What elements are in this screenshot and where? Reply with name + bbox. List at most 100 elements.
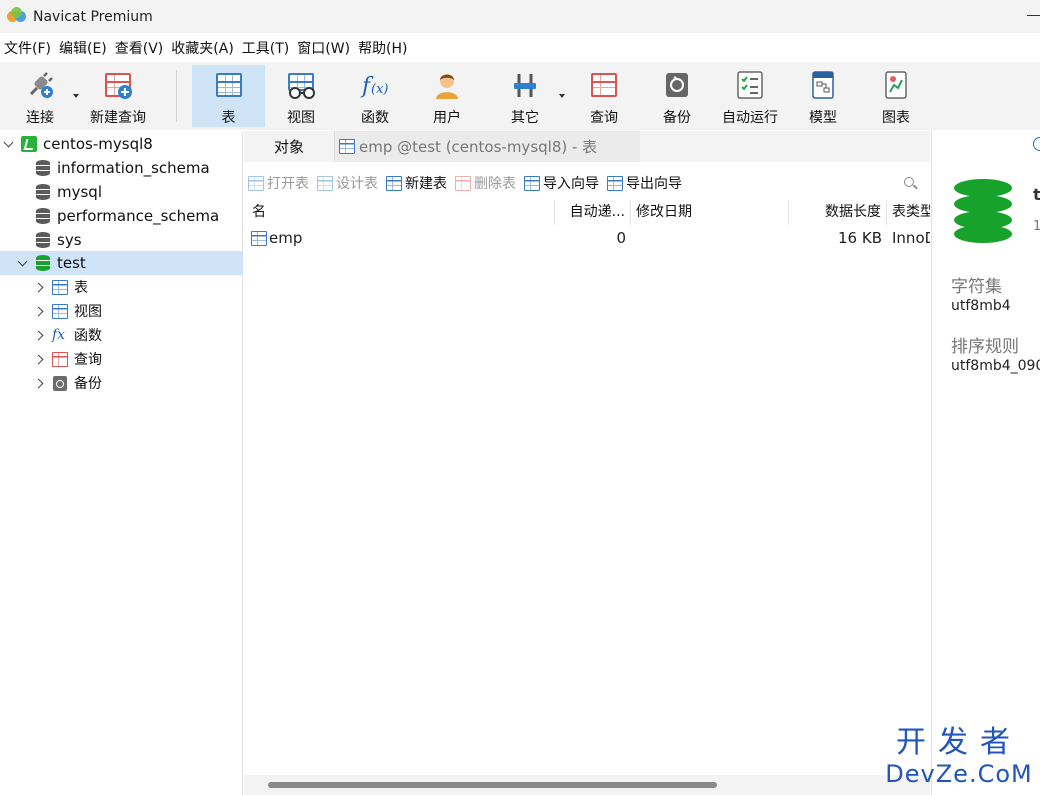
tree-db-label: mysql xyxy=(57,183,102,201)
tree-connection[interactable]: centos-mysql8 xyxy=(0,132,243,156)
watermark: 开发者 DevZe.CoM xyxy=(884,725,1034,789)
chevron-right-icon[interactable] xyxy=(34,305,46,317)
database-open-icon xyxy=(36,255,50,271)
column-header-name[interactable]: 名 xyxy=(247,200,555,225)
open-table-icon xyxy=(248,175,264,191)
chevron-down-icon[interactable] xyxy=(17,257,29,269)
minimize-icon[interactable] xyxy=(1027,15,1040,16)
query-button[interactable]: 查询 xyxy=(572,65,636,127)
chevron-right-icon[interactable] xyxy=(34,353,46,365)
table-label: 表 xyxy=(221,110,236,126)
tree-item-tables[interactable]: 表 xyxy=(0,275,243,299)
other-label: 其它 xyxy=(511,110,539,126)
table-button[interactable]: 表 xyxy=(192,65,265,127)
tree-item-views[interactable]: 视图 xyxy=(0,299,243,323)
menu-view[interactable]: 查看(V) xyxy=(111,37,168,61)
new-table-icon xyxy=(386,175,402,191)
database-large-icon xyxy=(954,179,1012,243)
cell-auto-increment: 0 xyxy=(616,229,626,247)
object-list: 名 自动递... 修改日期 数据长度 表类型 emp 0 16 KB InnoD… xyxy=(247,200,930,775)
backup-button[interactable]: 备份 xyxy=(648,65,706,127)
watermark-line2: DevZe.CoM xyxy=(885,760,1033,788)
window-title: Navicat Premium xyxy=(33,8,153,25)
other-dropdown-icon[interactable] xyxy=(559,94,565,98)
menu-tools[interactable]: 工具(T) xyxy=(238,37,293,61)
design-table-label: 设计表 xyxy=(336,176,378,192)
tree-item-label: 查询 xyxy=(74,352,102,368)
tree-item-backups[interactable]: 备份 xyxy=(0,371,243,395)
new-table-button[interactable]: 新建表 xyxy=(382,170,451,196)
table-icon xyxy=(214,70,244,100)
tab-objects-label: 对象 xyxy=(273,138,304,156)
tree-connection-label: centos-mysql8 xyxy=(43,135,153,153)
plug-icon xyxy=(25,70,55,100)
tree-db-mysql[interactable]: mysql xyxy=(0,180,243,204)
connect-dropdown-icon[interactable] xyxy=(73,94,79,98)
chevron-right-icon[interactable] xyxy=(34,329,46,341)
tree-item-queries[interactable]: 查询 xyxy=(0,347,243,371)
main-toolbar: 连接 新建查询 表 视图 f (x) 函数 用户 其它 查询 备份 自动运行 模… xyxy=(0,62,1040,130)
info-pane: test 1 字符集 utf8mb4 排序规则 utf8mb4_0900_ai_… xyxy=(931,131,1040,795)
delete-table-icon xyxy=(455,175,471,191)
watermark-line1: 开发者 xyxy=(896,725,1022,760)
table-row[interactable]: emp 0 16 KB InnoDB xyxy=(247,226,930,250)
new-query-icon xyxy=(103,70,133,100)
tab-strip: 对象 emp @test (centos-mysql8) - 表 xyxy=(244,131,930,162)
model-button[interactable]: 模型 xyxy=(796,65,850,127)
connect-label: 连接 xyxy=(26,110,54,126)
database-icon xyxy=(36,160,50,176)
tree-item-functions[interactable]: fx 函数 xyxy=(0,323,243,347)
object-toolbar: 打开表 设计表 新建表 删除表 导入向导 导出向导 xyxy=(244,169,930,197)
menu-file[interactable]: 文件(F) xyxy=(0,37,55,61)
delete-table-button[interactable]: 删除表 xyxy=(451,170,520,196)
menu-help[interactable]: 帮助(H) xyxy=(354,37,411,61)
cell-engine: InnoDB xyxy=(892,229,930,247)
design-table-button[interactable]: 设计表 xyxy=(313,170,382,196)
tree-db-performance-schema[interactable]: performance_schema xyxy=(0,204,243,228)
table-header: 名 自动递... 修改日期 数据长度 表类型 xyxy=(247,200,930,225)
tree-db-information-schema[interactable]: information_schema xyxy=(0,156,243,180)
menu-edit[interactable]: 编辑(E) xyxy=(55,37,111,61)
search-icon[interactable] xyxy=(904,177,914,187)
menu-favorites[interactable]: 收藏夹(A) xyxy=(167,37,238,61)
function-button[interactable]: f (x) 函数 xyxy=(342,65,408,127)
connect-button[interactable]: 连接 xyxy=(18,65,62,127)
tree-item-label: 函数 xyxy=(74,328,102,344)
column-header-modified-date[interactable]: 修改日期 xyxy=(631,200,789,225)
chevron-down-icon[interactable] xyxy=(3,138,15,150)
chevron-right-icon[interactable] xyxy=(34,377,46,389)
chart-button[interactable]: 图表 xyxy=(868,65,924,127)
svg-text:(x): (x) xyxy=(371,82,388,97)
tab-emp-label: emp @test (centos-mysql8) - 表 xyxy=(359,138,598,156)
open-table-button[interactable]: 打开表 xyxy=(244,170,313,196)
column-header-engine[interactable]: 表类型 xyxy=(887,200,930,225)
chart-icon xyxy=(881,70,911,100)
auto-run-button[interactable]: 自动运行 xyxy=(716,65,784,127)
cell-name: emp xyxy=(247,226,555,250)
tab-emp-table[interactable]: emp @test (centos-mysql8) - 表 xyxy=(334,131,640,162)
database-icon xyxy=(36,232,50,248)
tree-db-test[interactable]: test xyxy=(0,251,243,275)
import-wizard-button[interactable]: 导入向导 xyxy=(520,170,603,196)
cell-data-length: 16 KB xyxy=(838,229,882,247)
navicat-logo-icon xyxy=(7,6,27,27)
horizontal-scrollbar[interactable] xyxy=(244,775,930,795)
column-header-auto-increment[interactable]: 自动递... xyxy=(555,200,631,225)
other-button[interactable]: 其它 xyxy=(492,65,558,127)
view-button[interactable]: 视图 xyxy=(268,65,334,127)
table-icon xyxy=(339,139,355,154)
scrollbar-thumb[interactable] xyxy=(268,782,717,788)
column-header-data-length[interactable]: 数据长度 xyxy=(789,200,887,225)
user-button[interactable]: 用户 xyxy=(416,65,478,127)
chevron-right-icon[interactable] xyxy=(34,281,46,293)
tree-db-sys[interactable]: sys xyxy=(0,228,243,252)
export-icon xyxy=(607,175,623,191)
menu-window[interactable]: 窗口(W) xyxy=(293,37,354,61)
tab-objects[interactable]: 对象 xyxy=(244,131,334,162)
export-wizard-button[interactable]: 导出向导 xyxy=(603,170,686,196)
info-icon[interactable] xyxy=(1033,137,1040,151)
import-icon xyxy=(524,175,540,191)
function-label: 函数 xyxy=(361,110,389,126)
backup-icon xyxy=(53,375,67,391)
new-query-button[interactable]: 新建查询 xyxy=(86,65,150,127)
